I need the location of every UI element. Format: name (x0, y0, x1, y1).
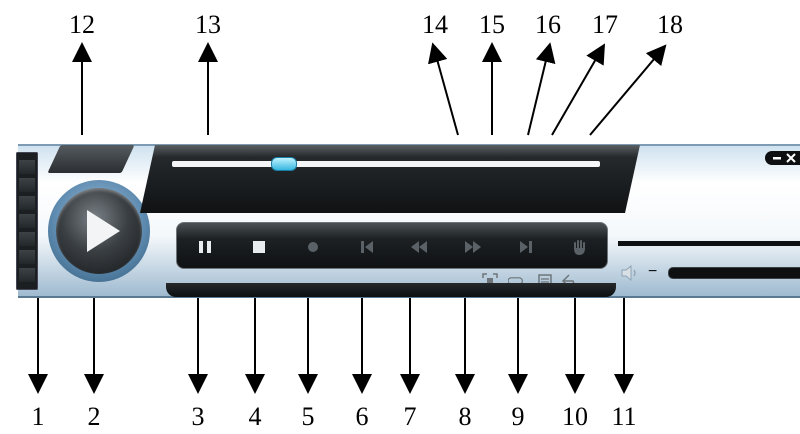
arrow-18 (589, 44, 667, 136)
arrow-14 (428, 42, 459, 136)
arrow-17 (551, 43, 606, 136)
arrow-16 (527, 42, 556, 136)
callout-arrows (28, 42, 667, 394)
